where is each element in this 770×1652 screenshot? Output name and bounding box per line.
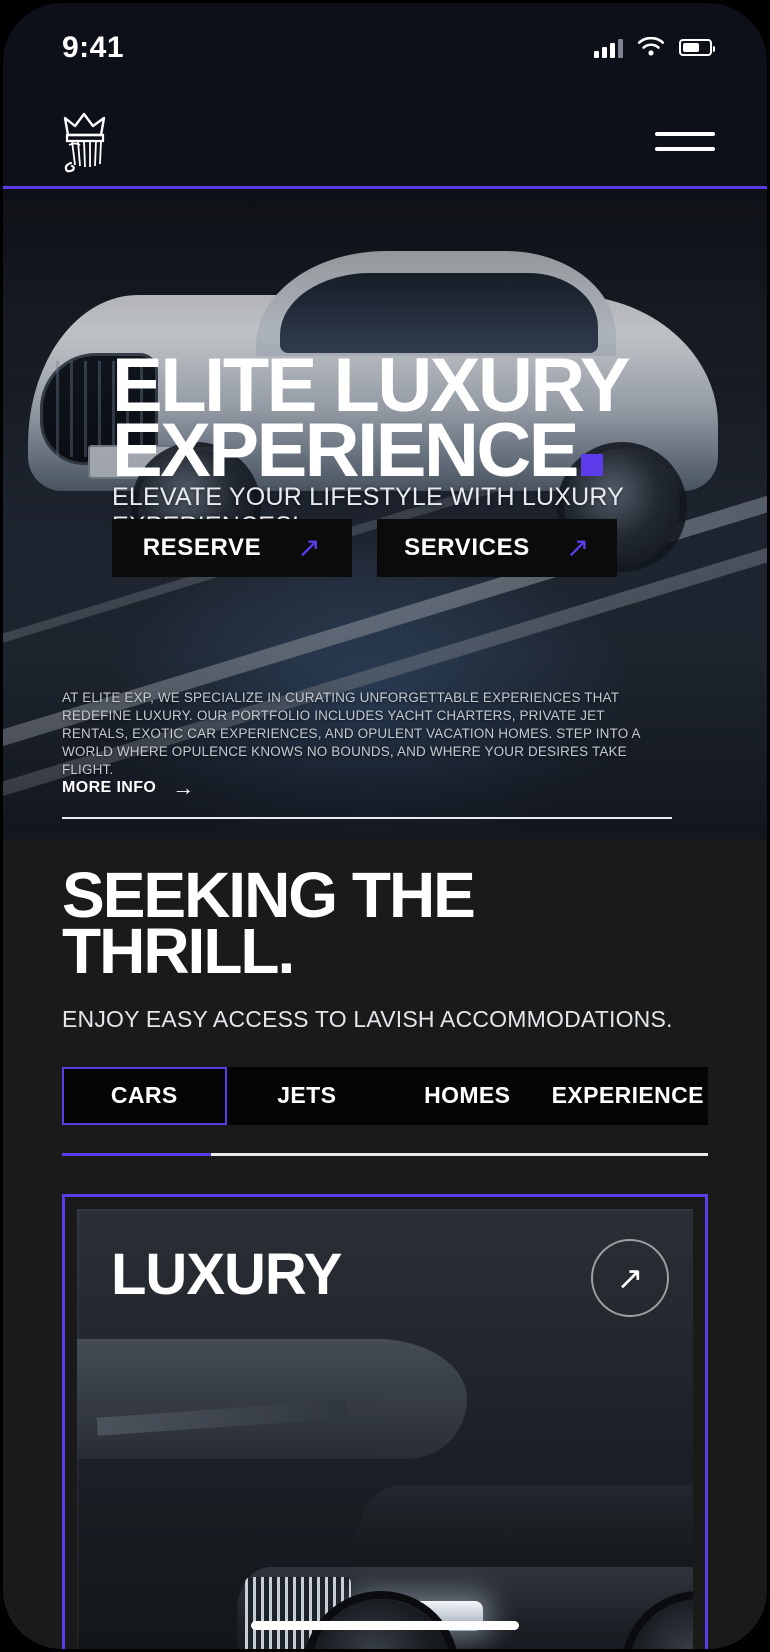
- carousel-progress-track[interactable]: [62, 1152, 708, 1156]
- tab-jets-label: JETS: [277, 1082, 337, 1109]
- more-info-link[interactable]: MORE INFO →: [62, 775, 672, 819]
- cellular-signal-icon: [594, 38, 623, 58]
- luxury-card[interactable]: LUXURY ↗: [62, 1193, 708, 1652]
- wifi-icon: [637, 37, 665, 56]
- tab-homes[interactable]: HOMES: [387, 1067, 548, 1125]
- home-indicator[interactable]: [251, 1621, 519, 1630]
- hero-section: ELITE LUXURY EXPERIENCE ELEVATE YOUR LIF…: [0, 186, 770, 839]
- reserve-button[interactable]: RESERVE ↗: [112, 519, 352, 577]
- battery-icon: [679, 39, 715, 56]
- tab-experience-label: EXPERIENCE: [551, 1082, 704, 1109]
- tab-experience[interactable]: EXPERIENCE: [548, 1067, 709, 1125]
- hamburger-menu[interactable]: [655, 132, 715, 151]
- luxury-card-title: LUXURY: [111, 1241, 342, 1307]
- hero-description: AT ELITE EXP, WE SPECIALIZE IN CURATING …: [62, 690, 640, 777]
- category-tabs: CARS JETS HOMES EXPERIENCE: [62, 1066, 709, 1125]
- tab-jets[interactable]: JETS: [227, 1067, 388, 1125]
- hero-title-line2: EXPERIENCE: [112, 408, 579, 494]
- services-button-label: SERVICES: [404, 534, 530, 561]
- hero-cta-row: RESERVE ↗ SERVICES ↗: [112, 519, 617, 577]
- luxury-card-arrow-button[interactable]: ↗: [591, 1238, 669, 1317]
- tab-cars[interactable]: CARS: [62, 1066, 227, 1125]
- more-info-label: MORE INFO: [62, 779, 157, 796]
- more-info-divider: [62, 817, 672, 819]
- status-bar-indicators: [594, 37, 715, 58]
- arrow-up-right-icon: ↗: [565, 532, 590, 563]
- carousel-progress-fill: [62, 1152, 211, 1156]
- thrill-title: SEEKING THE THRILL.: [62, 839, 708, 983]
- services-button[interactable]: SERVICES ↗: [377, 519, 617, 577]
- top-navigation-bar: [0, 95, 770, 188]
- private-jet-image: [77, 1338, 467, 1459]
- tab-cars-label: CARS: [110, 1082, 178, 1109]
- crown-column-logo[interactable]: [58, 111, 116, 173]
- phone-screen: 9:41 ELITE LUXURY EXPERIENCE ELEVATE YOU…: [0, 0, 770, 1652]
- status-bar: 9:41: [0, 0, 770, 95]
- thrill-section: SEEKING THE THRILL. ENJOY EASY ACCESS TO…: [0, 839, 770, 1652]
- arrow-up-right-icon: ↗: [616, 1259, 644, 1296]
- status-bar-time: 9:41: [62, 30, 125, 64]
- hero-title-accent-dot: [580, 454, 603, 477]
- arrow-up-right-icon: ↗: [297, 532, 322, 563]
- arrow-right-icon: →: [172, 775, 195, 800]
- hero-title: ELITE LUXURY EXPERIENCE: [112, 348, 730, 489]
- reserve-button-label: RESERVE: [142, 534, 262, 561]
- thrill-title-line2: THRILL.: [62, 915, 295, 988]
- tab-homes-label: HOMES: [424, 1082, 511, 1109]
- thrill-subtitle: ENJOY EASY ACCESS TO LAVISH ACCOMMODATIO…: [62, 1005, 673, 1032]
